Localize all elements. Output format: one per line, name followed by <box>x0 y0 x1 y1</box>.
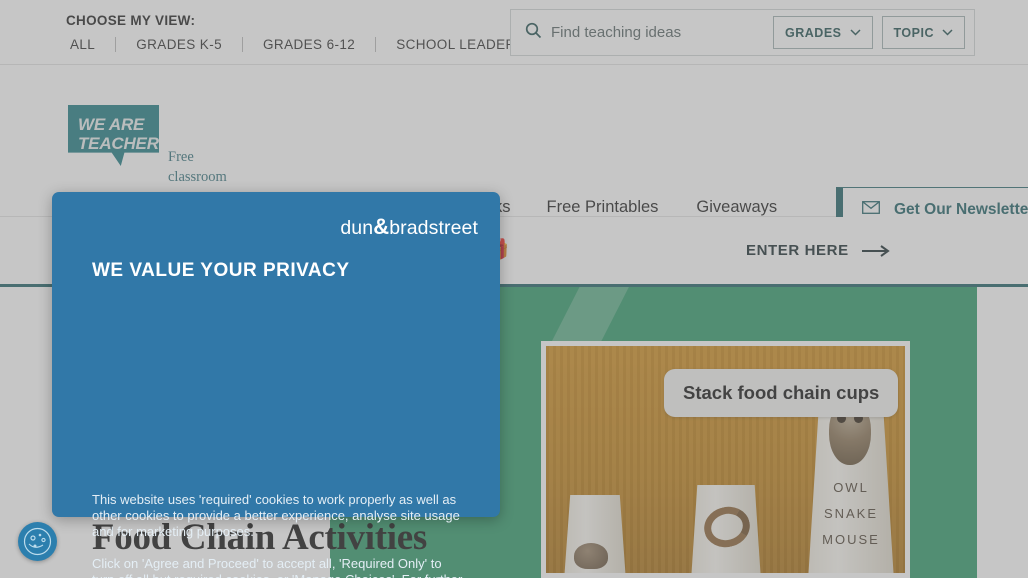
dun-bradstreet-logo: dun&bradstreet <box>340 214 478 240</box>
cookie-consent-dialog: dun&bradstreet WE VALUE YOUR PRIVACY Thi… <box>52 192 500 578</box>
cookie-paragraph-2: Click on 'Agree and Proceed' to accept a… <box>92 556 464 578</box>
ampersand-glyph: & <box>373 214 390 239</box>
cookie-paragraph-2-text: Click on 'Agree and Proceed' to accept a… <box>92 556 462 578</box>
brand-name-part2: bradstreet <box>389 217 478 239</box>
cookie-icon <box>23 527 52 556</box>
cookie-paragraph-1: This website uses 'required' cookies to … <box>92 492 460 540</box>
dialog-title: WE VALUE YOUR PRIVACY <box>92 260 350 281</box>
brand-name-part1: dun <box>340 217 374 239</box>
cookie-settings-button[interactable] <box>18 522 57 561</box>
